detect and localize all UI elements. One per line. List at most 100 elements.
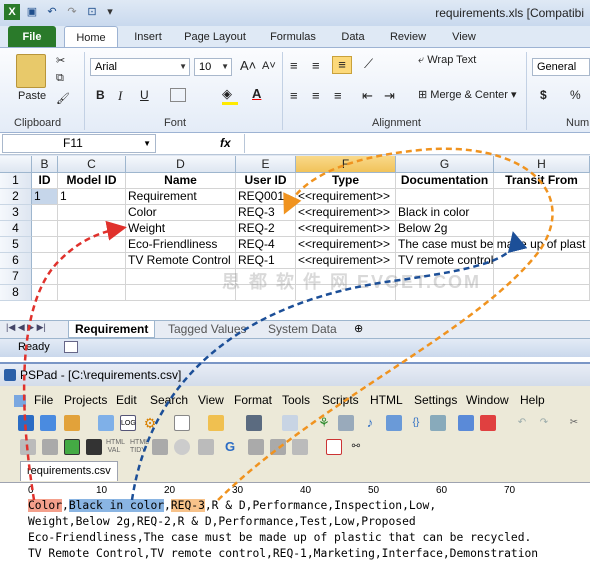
undo-icon[interactable]: ↶	[514, 415, 530, 431]
align-middle-icon[interactable]: ≡	[312, 58, 320, 73]
row-header[interactable]: 8	[0, 285, 32, 301]
circle-icon[interactable]	[174, 439, 190, 455]
column-title-cell[interactable]: Type	[296, 173, 396, 189]
new-file-icon[interactable]	[18, 415, 34, 431]
align-right-icon[interactable]: ≡	[334, 88, 342, 103]
tab-view[interactable]: View	[444, 26, 484, 48]
tool-icon[interactable]	[20, 439, 36, 455]
grid-cell[interactable]: <<requirement>>	[296, 205, 396, 221]
print-icon[interactable]	[282, 415, 298, 431]
font-size-select[interactable]: 10 ▼	[194, 58, 232, 76]
borders-icon[interactable]	[170, 88, 186, 102]
wrap-text-button[interactable]: ⤶ Wrap Text	[418, 54, 476, 67]
grow-font-button[interactable]: A˄	[240, 58, 256, 73]
grid-cell[interactable]	[126, 269, 236, 285]
comment-icon[interactable]	[386, 415, 402, 431]
tool-icon[interactable]	[248, 439, 264, 455]
grid-cell[interactable]: TV Remote Control	[126, 253, 236, 269]
fill-color-icon[interactable]: ◈	[222, 86, 232, 102]
glasses-icon[interactable]: ⚯	[348, 439, 364, 455]
column-header[interactable]: D	[126, 156, 236, 173]
column-header[interactable]: E	[236, 156, 296, 173]
grid-cell[interactable]: <<requirement>>	[296, 237, 396, 253]
grid-cell[interactable]	[494, 189, 590, 205]
column-title-cell[interactable]: ID	[32, 173, 58, 189]
name-box[interactable]: F11 ▼	[2, 134, 156, 153]
menu-window[interactable]: Window	[466, 393, 509, 407]
insert-sheet-icon[interactable]: ⊕	[354, 322, 363, 335]
row-header[interactable]: 1	[0, 173, 32, 189]
menu-view[interactable]: View	[198, 393, 224, 407]
braces-icon[interactable]: {}	[408, 415, 424, 431]
customize-qat-icon[interactable]: ▾	[102, 4, 118, 20]
new-document-icon[interactable]	[174, 415, 190, 431]
tool-icon[interactable]	[42, 439, 58, 455]
save-icon[interactable]	[64, 415, 80, 431]
menu-format[interactable]: Format	[234, 393, 272, 407]
cut-icon[interactable]: ✂	[56, 54, 65, 67]
redo-icon[interactable]: ↷	[64, 4, 80, 20]
row-header[interactable]: 6	[0, 253, 32, 269]
grid-cell[interactable]	[32, 237, 58, 253]
tab-home[interactable]: Home	[64, 26, 118, 48]
column-title-cell[interactable]: Name	[126, 173, 236, 189]
editor-area[interactable]: Color,Black in color,REQ-3,R & D,Perform…	[0, 498, 590, 566]
cut-icon[interactable]: ✂	[566, 415, 582, 431]
grid-cell[interactable]	[494, 237, 590, 253]
row-header[interactable]: 2	[0, 189, 32, 205]
grid-cell[interactable]: REQ001	[236, 189, 296, 205]
grid-cell[interactable]: 1	[32, 189, 58, 205]
grid-cell[interactable]: 1	[58, 189, 126, 205]
grid-cell[interactable]	[32, 205, 58, 221]
grid-cell[interactable]: Weight	[126, 221, 236, 237]
table-icon[interactable]	[64, 439, 80, 455]
grid-cell[interactable]	[58, 285, 126, 301]
settings-icon[interactable]: ⚙	[142, 415, 158, 431]
grid-cell[interactable]: <<requirement>>	[296, 189, 396, 205]
tab-data[interactable]: Data	[334, 26, 372, 48]
sheet-tab-tagged-values[interactable]: Tagged Values	[162, 321, 253, 338]
grid-cell[interactable]	[494, 269, 590, 285]
grid-cell[interactable]: Below 2g	[396, 221, 494, 237]
orientation-icon[interactable]: ⟋	[364, 56, 373, 72]
grid-cell[interactable]	[58, 253, 126, 269]
grid-cell[interactable]: The case must be made up of plast	[396, 237, 585, 253]
sheet-tab-requirement[interactable]: Requirement	[68, 321, 156, 338]
select-all-corner[interactable]	[0, 156, 32, 173]
google-search-icon[interactable]: G	[222, 439, 238, 455]
save-icon[interactable]: ▣	[24, 4, 40, 20]
percent-button[interactable]: %	[570, 88, 581, 102]
preview-icon[interactable]	[458, 415, 474, 431]
menu-tools[interactable]: Tools	[282, 393, 310, 407]
grid-cell[interactable]	[494, 253, 590, 269]
sheet-nav-icon[interactable]: |◀ ◀ ▶ ▶|	[6, 322, 46, 333]
underline-button[interactable]: U	[140, 88, 149, 102]
column-title-cell[interactable]: User ID	[236, 173, 296, 189]
bold-button[interactable]: B	[96, 88, 105, 102]
align-center-icon[interactable]: ≡	[312, 88, 320, 103]
tool-icon[interactable]	[292, 439, 308, 455]
menu-projects[interactable]: Projects	[64, 393, 107, 407]
tab-page-layout[interactable]: Page Layout	[180, 26, 250, 48]
open-folder-icon[interactable]	[208, 415, 224, 431]
menu-file[interactable]: File	[34, 393, 53, 407]
merge-center-button[interactable]: ⊞ Merge & Center ▾	[418, 88, 517, 101]
currency-button[interactable]: $	[540, 88, 547, 102]
grid-cell[interactable]: Eco-Friendliness	[126, 237, 236, 253]
align-bottom-icon[interactable]: ≡	[332, 56, 352, 74]
clipboard-icon[interactable]	[338, 415, 354, 431]
color-picker-icon[interactable]	[86, 439, 102, 455]
grid-cell[interactable]	[58, 237, 126, 253]
grid-cell[interactable]	[126, 285, 236, 301]
menu-html[interactable]: HTML	[370, 393, 403, 407]
sheet-tab-system-data[interactable]: System Data	[262, 321, 343, 338]
grid-cell[interactable]	[58, 269, 126, 285]
save-disk-icon[interactable]	[246, 415, 262, 431]
decrease-indent-icon[interactable]: ⇤	[362, 88, 373, 104]
column-title-cell[interactable]: Transit From	[494, 173, 590, 189]
grid-cell[interactable]	[32, 285, 58, 301]
project-icon[interactable]	[98, 415, 114, 431]
grid-cell[interactable]	[32, 221, 58, 237]
menu-help[interactable]: Help	[520, 393, 545, 407]
grid-cell[interactable]: <<requirement>>	[296, 253, 396, 269]
